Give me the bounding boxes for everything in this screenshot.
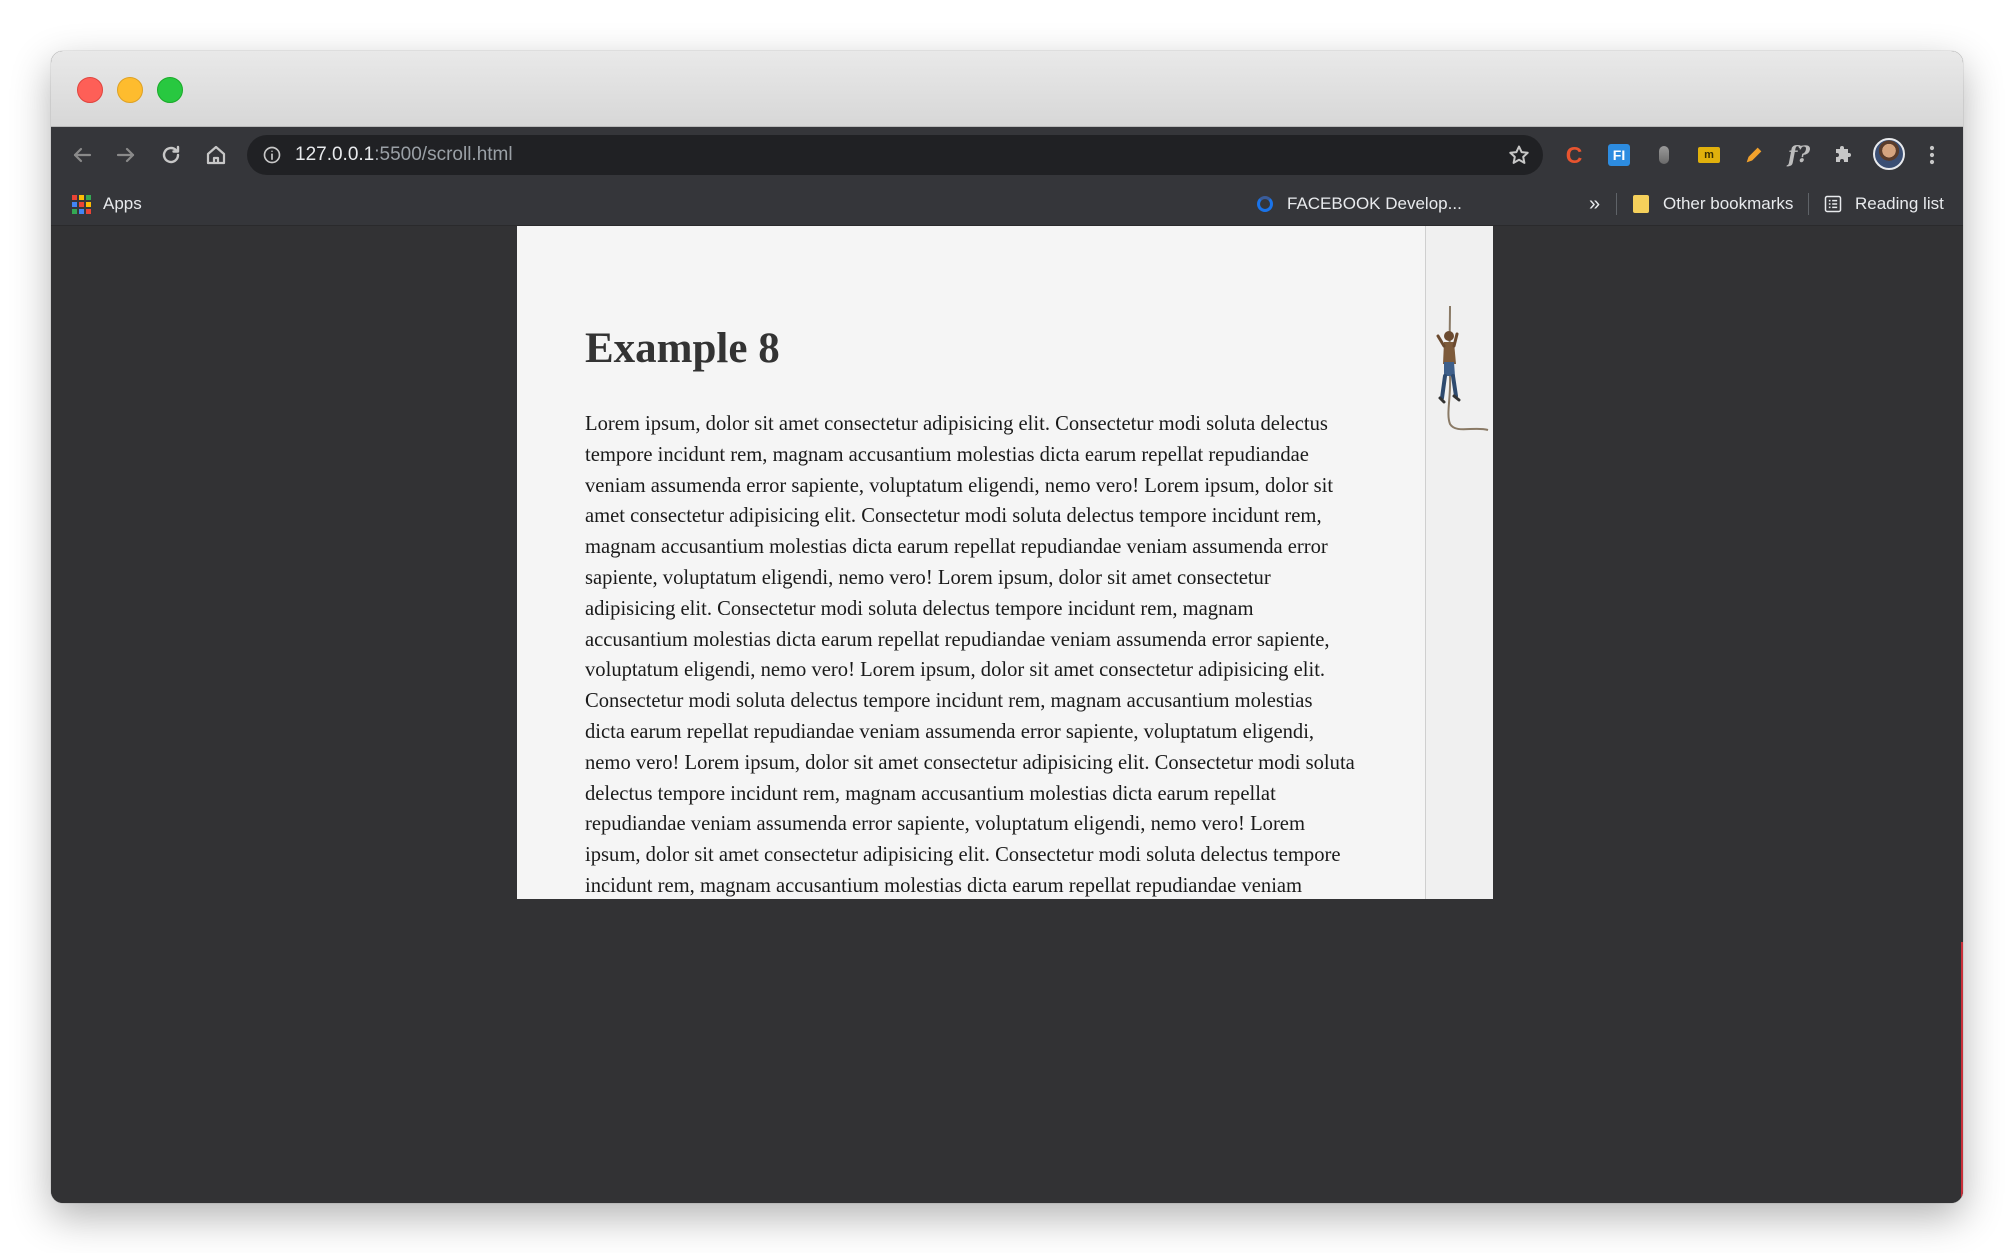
reading-list-label: Reading list (1855, 194, 1944, 213)
puzzle-icon (1836, 146, 1851, 162)
page-paragraph: Lorem ipsum, dolor sit amet consectetur … (585, 413, 1355, 897)
page-title: Example 8 (585, 325, 780, 372)
bookmark-facebook-label: FACEBOOK Develop... (1287, 194, 1462, 213)
extension-fi-button[interactable]: FI (1603, 139, 1635, 171)
info-icon[interactable] (261, 144, 283, 166)
arrow-left-icon (73, 147, 92, 163)
extension-grey-icon (1659, 146, 1669, 164)
pencil-icon (1746, 147, 1762, 163)
home-icon (206, 145, 226, 165)
profile-avatar[interactable] (1873, 138, 1905, 170)
bookmark-other[interactable]: Other bookmarks (1631, 183, 1793, 225)
url-host: 127.0.0.1 (295, 144, 375, 165)
reload-icon (162, 145, 180, 164)
reading-list-button[interactable]: Reading list (1823, 183, 1944, 225)
extension-yellow-button[interactable]: m (1693, 139, 1725, 171)
climber-on-rope-icon[interactable] (1432, 306, 1490, 436)
url-text: 127.0.0.1:5500/scroll.html (295, 144, 513, 166)
forward-button[interactable] (107, 136, 145, 174)
close-window-button[interactable] (77, 77, 103, 103)
maximize-window-button[interactable] (157, 77, 183, 103)
back-button[interactable] (63, 136, 101, 174)
reading-list-icon (1823, 194, 1843, 214)
bookmark-other-label: Other bookmarks (1663, 194, 1794, 213)
extension-fx-label: f? (1787, 142, 1811, 168)
extension-yellow-label: m (1698, 147, 1720, 163)
bookmarks-bar: Apps FACEBOOK Develop... » Other bookmar… (51, 183, 1963, 226)
url-path: :5500/scroll.html (374, 144, 513, 165)
folder-icon (1631, 194, 1651, 214)
arrow-right-icon (116, 147, 135, 163)
extension-c-button[interactable]: C (1558, 139, 1590, 171)
extension-c-label: C (1565, 141, 1583, 168)
bookmark-facebook[interactable]: FACEBOOK Develop... (1255, 183, 1462, 225)
home-button[interactable] (197, 136, 235, 174)
reload-button[interactable] (152, 136, 190, 174)
kebab-menu-icon[interactable] (1920, 139, 1944, 171)
extension-pencil-button[interactable] (1738, 139, 1770, 171)
extension-fi-label: FI (1608, 144, 1630, 166)
page-viewport: Example 8 Lorem ipsum, dolor sit amet co… (51, 226, 1963, 1203)
scroll-content[interactable]: Example 8 Lorem ipsum, dolor sit amet co… (517, 226, 1425, 899)
browser-toolbar: 127.0.0.1:5500/scroll.html C FI m f? (51, 127, 1963, 183)
window-edge-accent (1961, 942, 1963, 1202)
browser-window: 127.0.0.1:5500/scroll.html C FI m f? App… (51, 51, 1963, 1203)
page-body: Example 8 Lorem ipsum, dolor sit amet co… (517, 226, 1355, 899)
custom-scrollbar-track[interactable] (1425, 226, 1493, 899)
address-bar[interactable]: 127.0.0.1:5500/scroll.html (247, 135, 1543, 175)
bookmark-apps-label: Apps (103, 194, 142, 213)
extensions-button[interactable] (1828, 139, 1860, 171)
more-bookmarks-label: » (1589, 192, 1601, 215)
star-icon[interactable] (1507, 143, 1531, 167)
bookmarks-divider (1808, 193, 1809, 215)
apps-grid-icon (71, 194, 91, 214)
bookmarks-divider (1616, 193, 1617, 215)
more-bookmarks-button[interactable]: » (1589, 183, 1600, 225)
bookmark-apps[interactable]: Apps (71, 183, 142, 225)
scroll-container[interactable]: Example 8 Lorem ipsum, dolor sit amet co… (517, 226, 1493, 899)
extension-fx-button[interactable]: f? (1783, 139, 1815, 171)
extension-grey-button[interactable] (1648, 139, 1680, 171)
loading-spinner-icon (1255, 194, 1275, 214)
title-bar (51, 51, 1963, 127)
minimize-window-button[interactable] (117, 77, 143, 103)
